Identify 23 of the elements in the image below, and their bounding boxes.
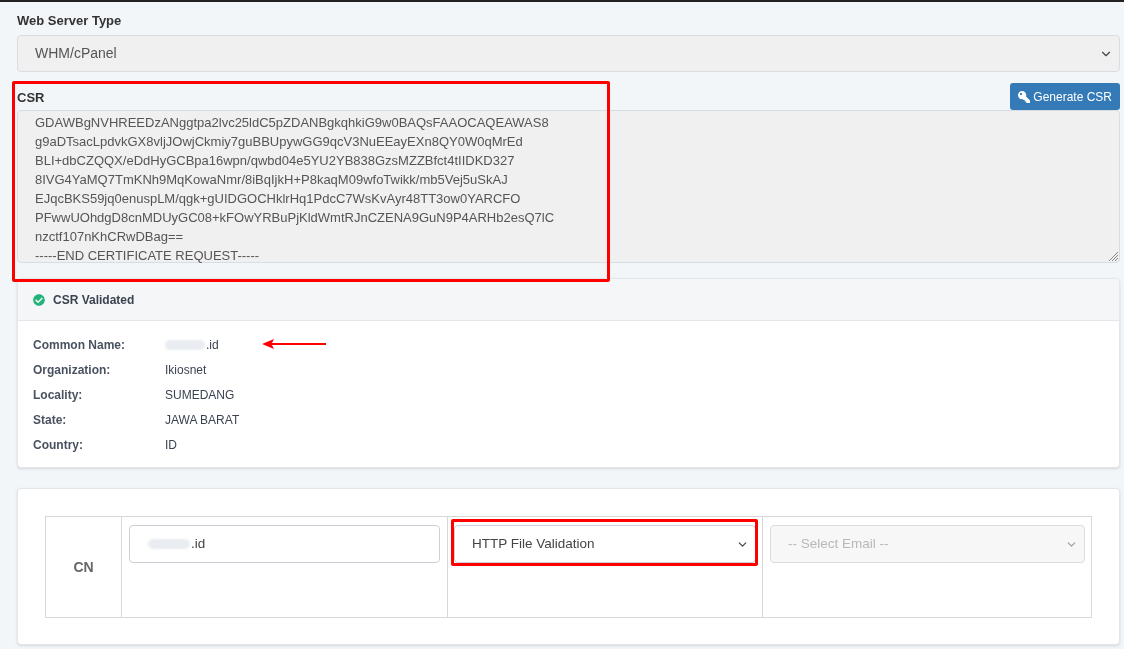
field-label: Common Name: [33, 336, 126, 354]
key-icon [1018, 90, 1031, 103]
input-value: .id [191, 534, 206, 553]
domain-input[interactable]: .id [129, 525, 440, 563]
field-value: .id [206, 336, 219, 354]
field-label: State: [33, 411, 68, 429]
field-value: SUMEDANG [165, 386, 235, 404]
field-value: Ikiosnet [165, 361, 207, 379]
field-value: ID [165, 436, 177, 454]
card-title: CSR Validated [53, 291, 135, 309]
field-label: CSR [17, 90, 45, 106]
validation-method-select[interactable]: HTTP File Validation [454, 525, 756, 563]
resize-grip-icon [1109, 252, 1118, 261]
field-label: Locality: [33, 386, 84, 404]
annotation-arrow [262, 339, 326, 349]
generate-csr-button[interactable]: Generate CSR [1010, 83, 1120, 110]
csr-textarea[interactable]: GDAWBgNVHREEDzANggtpa2lvc25ldC5pZDANBgkqhkiG9w0BAQsFAAOCAQEAWAS8 g9aDTsacLpdvkGX8vljJOwjCkmiy7guBBUpywGG9qcV3NuEEayEXn8QY0W0qMrEd BLI+dbCZQQX/eDdHyGCBpa16wpn/qwbd04e5YU2YB838GzsMZZBfct4tIIDKD327 8IVG4YaMQ7TmKNh9MqKowaNmr/8iBqIjkH+P8kaqM09wfoTwikk/mb5Vej5uSkAJ EJqcBKS59jq0enuspLM/qgk+gUIDGOCHklrHq1PdcC7WsKvAyr48TT3ow0YARCFO PFwwUOhdgD8cnMDUyGC08+kFOwYRBuPjKldWmtRJnCZENA9GuN9P4ARHb2esQ7lC nzctf107nKhCRwDBag== -----END CERTIFICATE REQUEST----- [17, 110, 1120, 263]
web-server-select[interactable]: WHM/cPanel [17, 35, 1120, 72]
field-label: Web Server Type [17, 13, 123, 29]
field-label: Country: [33, 436, 84, 454]
table-cell: CN [46, 517, 122, 617]
field-value: JAWA BARAT [165, 411, 240, 429]
field-label: Organization: [33, 361, 112, 379]
